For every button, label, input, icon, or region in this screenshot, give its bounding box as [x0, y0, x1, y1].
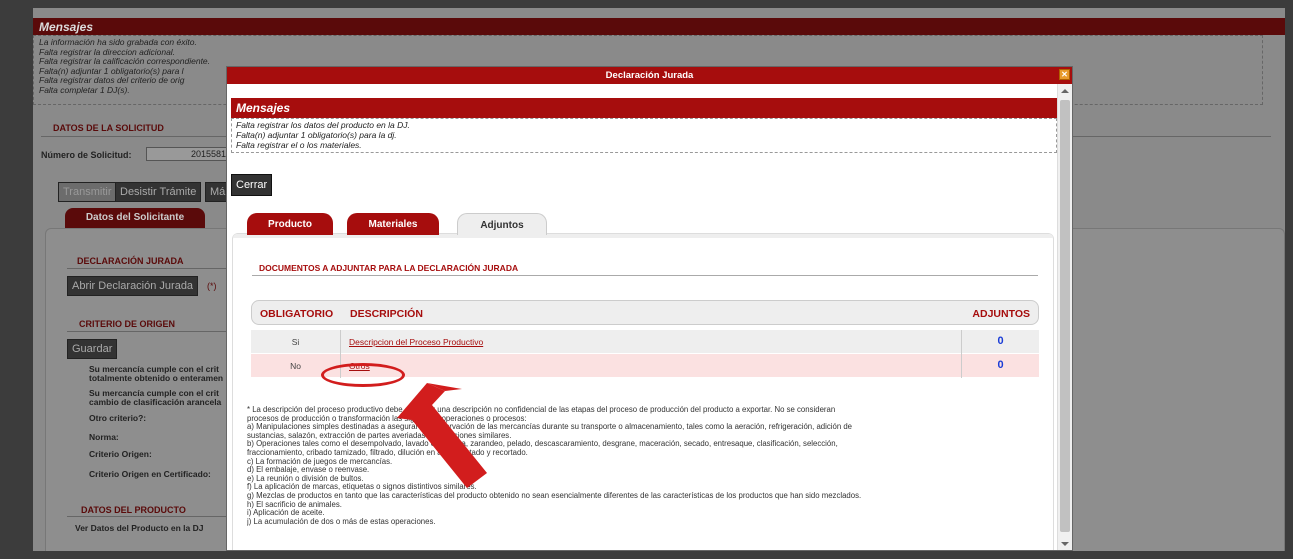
col-adjuntos: ADJUNTOS — [972, 308, 1030, 320]
dialog-titlebar: Declaración Jurada ✕ — [227, 67, 1072, 84]
divider — [252, 275, 1038, 276]
tab-materiales[interactable]: Materiales — [347, 213, 439, 235]
close-icon[interactable]: ✕ — [1059, 69, 1070, 80]
message: Falta registrar el o los materiales. — [236, 140, 362, 150]
bg-section-criterio: CRITERIO DE ORIGEN — [79, 319, 176, 329]
bg-message: La información ha sido grabada con éxito… — [39, 37, 197, 47]
table-header: OBLIGATORIO DESCRIPCIÓN ADJUNTOS — [251, 300, 1039, 325]
bg-section-solicitud: DATOS DE LA SOLICITUD — [53, 123, 164, 133]
tab-producto[interactable]: Producto — [247, 213, 333, 235]
col-obligatorio: OBLIGATORIO — [260, 308, 334, 320]
scroll-down-icon[interactable] — [1061, 542, 1069, 546]
descripcion-link[interactable]: Descripcion del Proceso Productivo — [349, 337, 483, 347]
declaracion-jurada-dialog: Declaración Jurada ✕ Mensajes Falta regi… — [226, 66, 1073, 551]
divider — [67, 268, 227, 269]
bg-criterio-label: Criterio Origen: — [89, 449, 152, 459]
pointer-arrow-icon — [397, 383, 487, 488]
bg-criterio-cert-label: Criterio Origen en Certificado: — [89, 469, 211, 479]
more-button[interactable]: Má — [205, 182, 227, 202]
transmitir-button[interactable]: Transmitir — [58, 182, 117, 202]
bg-ver-datos-link[interactable]: Ver Datos del Producto en la DJ — [75, 524, 203, 533]
messages-body: Falta registrar los datos del producto e… — [231, 118, 1057, 153]
cerrar-button[interactable]: Cerrar — [231, 174, 273, 196]
col-descripcion: DESCRIPCIÓN — [350, 308, 423, 320]
bg-section-producto: DATOS DEL PRODUCTO — [81, 505, 186, 515]
abrir-dj-button[interactable]: Abrir Declaración Jurada — [67, 276, 199, 296]
bg-norma-label: Norma: — [89, 432, 119, 442]
messages-header: Mensajes — [231, 98, 1057, 118]
bg-question-2: Su mercancía cumple con el crit cambio de… — [89, 388, 222, 407]
bg-message: Falta registrar la direccion adicional. — [39, 46, 176, 57]
divider — [67, 516, 227, 517]
section-title: DOCUMENTOS A ADJUNTAR PARA LA DECLARACIÓ… — [259, 263, 519, 273]
cell-obligatorio: Si — [251, 330, 341, 354]
required-mark: (*) — [207, 281, 217, 291]
bg-num-label: Número de Solicitud: — [41, 150, 132, 160]
message: Falta registrar los datos del producto e… — [236, 120, 410, 130]
bg-messages-header: Mensajes — [33, 18, 1285, 35]
tab-adjuntos[interactable]: Adjuntos — [457, 213, 547, 235]
guardar-button[interactable]: Guardar — [67, 339, 118, 359]
message: Falta(n) adjuntar 1 obligatorio(s) para … — [236, 130, 397, 140]
bg-section-dj: DECLARACIÓN JURADA — [77, 256, 184, 266]
adjuntos-count-link[interactable]: 0 — [961, 330, 1039, 354]
table-row: Si Descripcion del Proceso Productivo 0 — [251, 330, 1039, 354]
bg-question-1: Su mercancía cumple con el crit totalment… — [89, 364, 224, 383]
divider — [67, 331, 227, 332]
desistir-button[interactable]: Desistir Trámite — [115, 182, 202, 202]
scrollbar-thumb[interactable] — [1060, 100, 1070, 532]
tab-datos-solicitante[interactable]: Datos del Solicitante — [65, 208, 205, 228]
dialog-title: Declaración Jurada — [605, 70, 694, 81]
scroll-up-icon[interactable] — [1061, 89, 1069, 93]
bg-otro-label: Otro criterio?: — [89, 413, 147, 423]
scrollbar[interactable] — [1057, 84, 1072, 550]
adjuntos-count-link[interactable]: 0 — [961, 354, 1039, 378]
